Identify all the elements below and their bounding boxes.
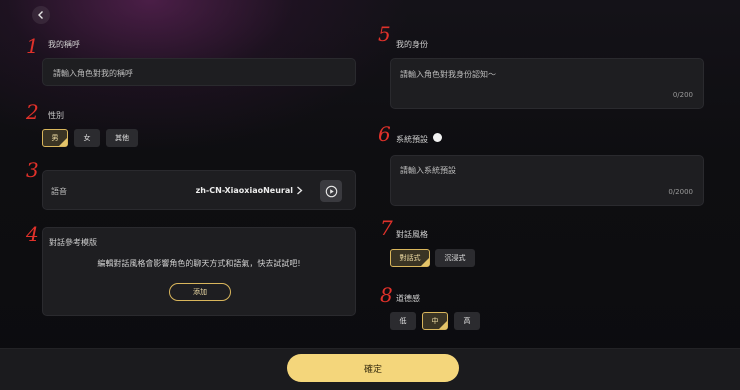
system-preset-placeholder: 請輸入系統預設 (400, 166, 456, 175)
nickname-label: 我的稱呼 (48, 40, 80, 49)
chevron-right-icon (297, 186, 303, 195)
nickname-placeholder: 請輸入角色對我的稱呼 (53, 69, 133, 78)
play-icon (325, 185, 337, 197)
confirm-button[interactable]: 確定 (287, 354, 459, 382)
system-preset-label: 系統預設 (396, 135, 428, 144)
identity-textarea[interactable]: 請輸入角色對我身份認知～ 0/200 (390, 58, 704, 109)
back-button[interactable] (32, 6, 50, 24)
dialogue-template-panel: 對話參考模版 編輯對話風格會影響角色的聊天方式和語氣，快去試試吧! 添加 (42, 227, 356, 316)
dialogue-style-conversational[interactable]: 對話式 (390, 249, 430, 267)
nickname-input[interactable]: 請輸入角色對我的稱呼 (42, 58, 356, 86)
dialogue-template-description: 編輯對話風格會影響角色的聊天方式和語氣，快去試試吧! (97, 259, 301, 268)
annotation-2: 2 (26, 100, 39, 124)
voice-play-button[interactable] (320, 180, 342, 202)
gender-option-male[interactable]: 男 (42, 129, 68, 147)
system-preset-counter: 0/2000 (668, 188, 693, 196)
annotation-8: 8 (380, 283, 393, 307)
annotation-3: 3 (26, 158, 39, 182)
voice-selector[interactable]: 語音 zh-CN-XiaoxiaoNeural (42, 170, 356, 210)
identity-counter: 0/200 (672, 91, 693, 99)
annotation-4: 4 (26, 222, 39, 246)
annotation-1: 1 (26, 34, 39, 58)
add-template-button[interactable]: 添加 (169, 283, 231, 301)
chevron-left-icon (38, 11, 43, 19)
identity-label: 我的身份 (396, 40, 428, 49)
gender-label: 性別 (48, 111, 64, 120)
annotation-6: 6 (378, 122, 391, 146)
voice-value: zh-CN-XiaoxiaoNeural (195, 186, 293, 195)
annotation-7: 7 (380, 216, 393, 240)
moral-sense-low[interactable]: 低 (390, 312, 416, 330)
dialogue-style-label: 對話風格 (396, 230, 428, 239)
gender-option-female[interactable]: 女 (74, 129, 100, 147)
moral-sense-high[interactable]: 高 (454, 312, 480, 330)
dialogue-style-immersive[interactable]: 沉浸式 (435, 249, 475, 267)
annotation-5: 5 (378, 22, 391, 46)
moral-sense-medium[interactable]: 中 (422, 312, 448, 330)
dialogue-template-label: 對話參考模版 (49, 238, 97, 247)
gender-option-other[interactable]: 其他 (106, 129, 138, 147)
moral-sense-label: 道德感 (396, 294, 420, 303)
identity-placeholder: 請輸入角色對我身份認知～ (400, 70, 496, 79)
voice-label: 語音 (51, 187, 67, 196)
system-preset-textarea[interactable]: 請輸入系統預設 0/2000 (390, 155, 704, 206)
info-icon[interactable] (433, 133, 442, 142)
